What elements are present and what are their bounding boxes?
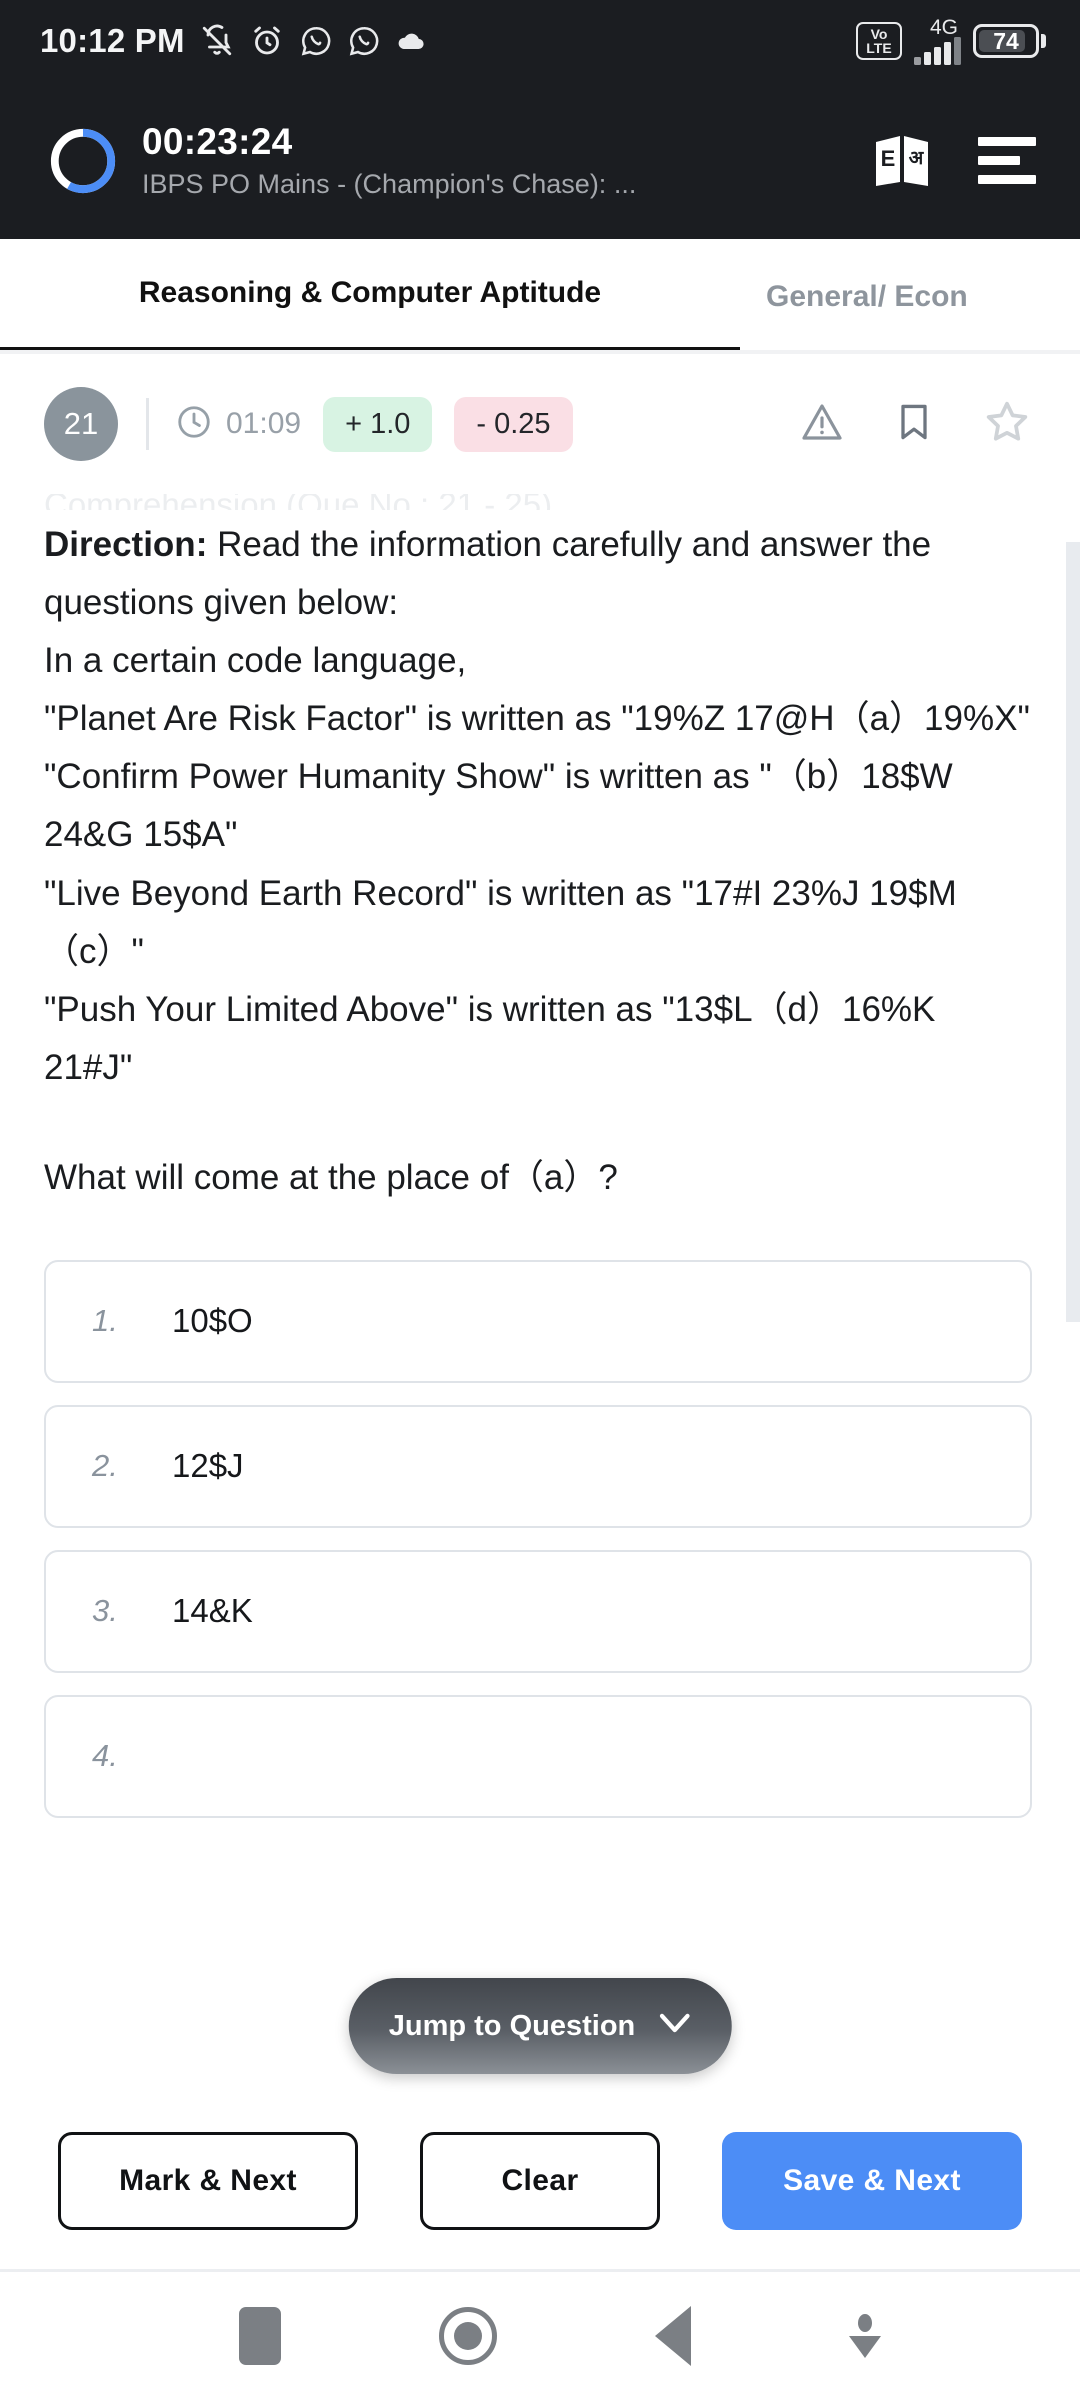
battery-percent-label: 74 — [993, 27, 1019, 54]
direction-label: Direction: — [44, 525, 208, 564]
status-bar-clock: 10:12 PM — [40, 22, 185, 59]
volte-line-2: LTE — [866, 40, 892, 56]
clear-button[interactable]: Clear — [420, 2131, 660, 2230]
content-scrollbar[interactable] — [1066, 542, 1080, 1322]
code-line-1: In a certain code language, — [44, 641, 467, 681]
question-elapsed-time: 01:09 — [226, 407, 302, 440]
app-screen: 10:12 PM Vo LTE 4G 74 00:23:24 IBPS PO M… — [0, 0, 1080, 2400]
volte-indicator: Vo LTE — [856, 22, 902, 60]
tabs-baseline — [0, 350, 1080, 354]
negative-marks-badge: - 0.25 — [454, 396, 573, 452]
header-text-block: 00:23:24 IBPS PO Mains - (Champion's Cha… — [142, 121, 848, 200]
save-and-next-button[interactable]: Save & Next — [722, 2131, 1022, 2230]
back-triangle-icon[interactable] — [655, 2306, 691, 2366]
jump-to-question-button[interactable]: Jump to Question — [348, 1978, 732, 2074]
comprehension-header-faded: Comprehension (Que No.: 21 - 25) — [44, 494, 1032, 510]
bell-off-icon — [199, 23, 235, 59]
code-line-5: "Push Your Limited Above" is written as … — [44, 989, 936, 1087]
clock-icon — [175, 403, 213, 446]
option-text: 10$O — [172, 1302, 253, 1340]
alarm-icon — [249, 23, 285, 59]
option-item-4[interactable]: 4. — [44, 1694, 1032, 1818]
bottom-action-bar: Mark & Next Clear Save & Next — [0, 2092, 1080, 2272]
exam-title: IBPS PO Mains - (Champion's Chase): ... — [142, 168, 637, 199]
tab-label: General/ Econ — [766, 279, 968, 313]
code-line-2: "Planet Are Risk Factor" is written as "… — [44, 699, 1030, 739]
question-prompt: What will come at the place of（a）? — [44, 1157, 618, 1197]
signal-bars-icon — [914, 36, 961, 65]
code-line-4: "Live Beyond Earth Record" is written as… — [44, 873, 957, 971]
hide-keyboard-icon[interactable] — [849, 2314, 881, 2358]
option-item-3[interactable]: 3. 14&K — [44, 1549, 1032, 1673]
option-item-2[interactable]: 2. 12$J — [44, 1404, 1032, 1528]
option-number: 2. — [92, 1448, 118, 1484]
timer-progress-ring — [48, 126, 118, 196]
question-content-area: Comprehension (Que No.: 21 - 25) Directi… — [0, 494, 1080, 2092]
status-bar-right: Vo LTE 4G 74 — [856, 15, 1046, 65]
option-text: 12$J — [172, 1447, 244, 1485]
exam-countdown-timer: 00:23:24 — [142, 121, 293, 163]
bookmark-icon[interactable] — [892, 398, 936, 451]
section-tabs: Reasoning & Computer Aptitude General/ E… — [0, 239, 1080, 354]
volte-line-1: Vo — [870, 26, 888, 42]
mark-and-next-button[interactable]: Mark & Next — [58, 2131, 358, 2230]
app-header: 00:23:24 IBPS PO Mains - (Champion's Cha… — [0, 82, 1080, 239]
lang-right-label: अ — [909, 148, 925, 169]
question-number-badge: 21 — [44, 387, 118, 461]
option-number: 4. — [92, 1738, 118, 1774]
header-actions: E अ — [872, 132, 1050, 190]
cloud-icon — [395, 25, 427, 57]
question-meta-bar: 21 01:09 + 1.0 - 0.25 — [0, 354, 1080, 494]
chevron-down-icon — [657, 2010, 691, 2043]
question-direction-block: Direction: Read the information carefull… — [44, 516, 1032, 1097]
positive-marks-badge: + 1.0 — [323, 396, 433, 452]
whatsapp-icon — [299, 24, 333, 58]
hamburger-menu-icon[interactable] — [978, 137, 1036, 184]
whatsapp-icon — [347, 24, 381, 58]
language-toggle-icon[interactable]: E अ — [872, 132, 932, 190]
battery-icon: 74 — [973, 24, 1039, 58]
question-action-icons — [798, 397, 1040, 452]
signal-indicator: 4G — [914, 15, 961, 65]
lang-left-label: E — [881, 146, 896, 171]
code-line-3: "Confirm Power Humanity Show" is written… — [44, 757, 953, 855]
answer-options-list: 1. 10$O 2. 12$J 3. 14&K 4. — [44, 1259, 1032, 1818]
option-item-1[interactable]: 1. 10$O — [44, 1259, 1032, 1383]
battery-indicator: 74 — [973, 24, 1046, 58]
android-navigation-bar — [0, 2272, 1080, 2400]
option-number: 1. — [92, 1303, 118, 1339]
warning-triangle-icon[interactable] — [798, 398, 846, 451]
status-bar-left: 10:12 PM — [40, 22, 427, 60]
question-timer: 01:09 — [175, 403, 301, 446]
star-icon[interactable] — [982, 397, 1032, 452]
option-text: 14&K — [172, 1592, 253, 1630]
tab-reasoning-computer-aptitude[interactable]: Reasoning & Computer Aptitude — [0, 239, 740, 354]
recents-square-icon[interactable] — [239, 2307, 281, 2365]
system-status-bar: 10:12 PM Vo LTE 4G 74 — [0, 0, 1080, 82]
tab-label: Reasoning & Computer Aptitude — [138, 276, 602, 309]
network-type-label: 4G — [930, 15, 959, 39]
option-number: 3. — [92, 1593, 118, 1629]
jump-to-question-label: Jump to Question — [388, 2009, 636, 2042]
tab-general-economy[interactable]: General/ Econ — [740, 239, 994, 354]
meta-divider — [146, 398, 149, 450]
home-circle-icon[interactable] — [439, 2307, 497, 2365]
